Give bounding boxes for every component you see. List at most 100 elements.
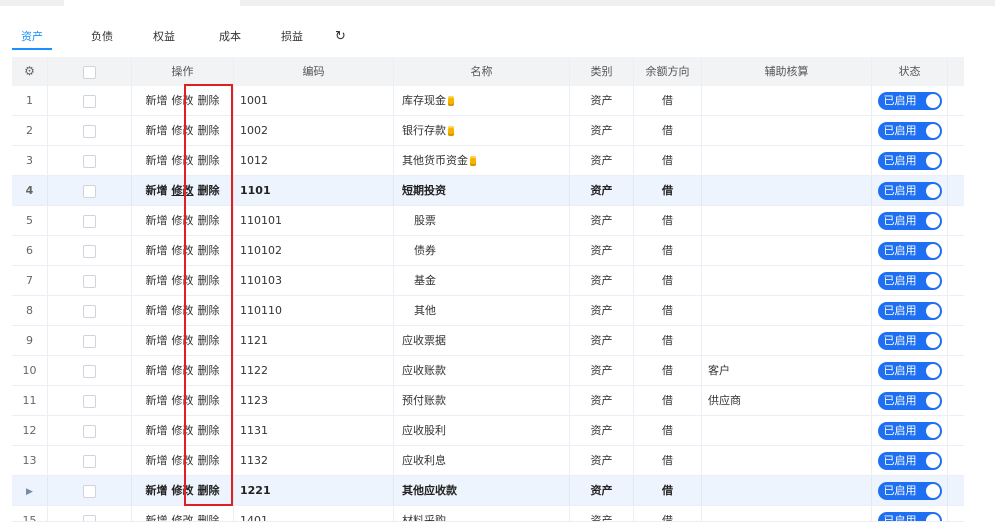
edit-button[interactable]: 修改 — [172, 124, 194, 137]
table-row[interactable]: 12 新增 修改 删除 1131 应收股利 资产借已启用 — [12, 416, 964, 446]
add-button[interactable]: 新增 — [146, 184, 168, 197]
row-checkbox[interactable] — [83, 274, 96, 288]
delete-button[interactable]: 删除 — [198, 334, 220, 347]
row-checkbox[interactable] — [83, 394, 96, 408]
row-checkbox[interactable] — [83, 424, 96, 438]
row-checkbox[interactable] — [83, 124, 96, 138]
row-select[interactable] — [48, 176, 132, 205]
status-toggle[interactable]: 已启用 — [877, 242, 942, 260]
header-direction[interactable]: 余额方向 — [634, 57, 702, 86]
row-select[interactable] — [48, 416, 132, 445]
edit-button[interactable]: 修改 — [172, 424, 194, 437]
delete-button[interactable]: 删除 — [198, 214, 220, 227]
row-checkbox[interactable] — [83, 214, 96, 228]
row-select[interactable] — [48, 146, 132, 175]
row-checkbox[interactable] — [83, 484, 96, 498]
status-toggle[interactable]: 已启用 — [877, 392, 942, 410]
delete-button[interactable]: 删除 — [198, 424, 220, 437]
add-button[interactable]: 新增 — [146, 304, 168, 317]
select-all-checkbox[interactable] — [83, 65, 96, 79]
header-status[interactable]: 状态 — [872, 57, 948, 86]
delete-button[interactable]: 删除 — [198, 364, 220, 377]
row-checkbox[interactable] — [83, 304, 96, 318]
add-button[interactable]: 新增 — [146, 154, 168, 167]
edit-button[interactable]: 修改 — [172, 184, 194, 197]
gear-icon[interactable]: ⚙ — [24, 64, 35, 78]
status-toggle[interactable]: 已启用 — [877, 272, 942, 290]
row-select[interactable] — [48, 506, 132, 521]
tab-assets[interactable]: 资产 — [12, 26, 52, 50]
header-select-all[interactable] — [48, 57, 132, 86]
table-row[interactable]: 9 新增 修改 删除 1121 应收票据 资产借已启用 — [12, 326, 964, 356]
row-checkbox[interactable] — [83, 514, 96, 521]
row-select[interactable] — [48, 356, 132, 385]
row-select[interactable] — [48, 386, 132, 415]
delete-button[interactable]: 删除 — [198, 154, 220, 167]
row-checkbox[interactable] — [83, 334, 96, 348]
row-select[interactable] — [48, 296, 132, 325]
delete-button[interactable]: 删除 — [198, 124, 220, 137]
column-settings[interactable]: ⚙ — [12, 57, 48, 86]
header-type[interactable]: 类别 — [570, 57, 634, 86]
edit-button[interactable]: 修改 — [172, 304, 194, 317]
add-button[interactable]: 新增 — [146, 364, 168, 377]
delete-button[interactable]: 删除 — [198, 484, 220, 497]
add-button[interactable]: 新增 — [146, 424, 168, 437]
row-checkbox[interactable] — [83, 154, 96, 168]
row-select[interactable] — [48, 266, 132, 295]
delete-button[interactable]: 删除 — [198, 94, 220, 107]
row-select[interactable] — [48, 476, 132, 505]
status-toggle[interactable]: 已启用 — [877, 332, 942, 350]
delete-button[interactable]: 删除 — [198, 304, 220, 317]
row-select[interactable] — [48, 446, 132, 475]
edit-button[interactable]: 修改 — [172, 94, 194, 107]
add-button[interactable]: 新增 — [146, 394, 168, 407]
row-checkbox[interactable] — [83, 364, 96, 378]
table-row[interactable]: 7 新增 修改 删除 110103 基金 资产借已启用 — [12, 266, 964, 296]
table-row[interactable]: 4 新增 修改 删除 1101 短期投资 资产借已启用 — [12, 176, 964, 206]
edit-button[interactable]: 修改 — [172, 154, 194, 167]
status-toggle[interactable]: 已启用 — [877, 152, 942, 170]
add-button[interactable]: 新增 — [146, 94, 168, 107]
refresh-icon[interactable]: ↻ — [335, 26, 346, 48]
status-toggle[interactable]: 已启用 — [877, 92, 942, 110]
table-row[interactable]: 3 新增 修改 删除 1012 其他货币资金 资产借已启用 — [12, 146, 964, 176]
edit-button[interactable]: 修改 — [172, 394, 194, 407]
tab-profit-loss[interactable]: 损益 — [272, 26, 312, 48]
add-button[interactable]: 新增 — [146, 124, 168, 137]
table-row[interactable]: 6 新增 修改 删除 110102 债券 资产借已启用 — [12, 236, 964, 266]
table-row[interactable]: 8 新增 修改 删除 110110 其他 资产借已启用 — [12, 296, 964, 326]
add-button[interactable]: 新增 — [146, 454, 168, 467]
add-button[interactable]: 新增 — [146, 244, 168, 257]
status-toggle[interactable]: 已启用 — [877, 422, 942, 440]
edit-button[interactable]: 修改 — [172, 334, 194, 347]
add-button[interactable]: 新增 — [146, 484, 168, 497]
status-toggle[interactable]: 已启用 — [877, 182, 942, 200]
row-select[interactable] — [48, 86, 132, 115]
delete-button[interactable]: 删除 — [198, 244, 220, 257]
add-button[interactable]: 新增 — [146, 334, 168, 347]
edit-button[interactable]: 修改 — [172, 274, 194, 287]
status-toggle[interactable]: 已启用 — [877, 302, 942, 320]
status-toggle[interactable]: 已启用 — [877, 452, 942, 470]
row-checkbox[interactable] — [83, 244, 96, 258]
status-toggle[interactable]: 已启用 — [877, 362, 942, 380]
add-button[interactable]: 新增 — [146, 214, 168, 227]
delete-button[interactable]: 删除 — [198, 394, 220, 407]
status-toggle[interactable]: 已启用 — [877, 122, 942, 140]
row-select[interactable] — [48, 326, 132, 355]
edit-button[interactable]: 修改 — [172, 364, 194, 377]
tab-cost[interactable]: 成本 — [210, 26, 250, 48]
status-toggle[interactable]: 已启用 — [877, 212, 942, 230]
row-select[interactable] — [48, 116, 132, 145]
row-select[interactable] — [48, 206, 132, 235]
table-row[interactable]: 13 新增 修改 删除 1132 应收利息 资产借已启用 — [12, 446, 964, 476]
edit-button[interactable]: 修改 — [172, 484, 194, 497]
table-row[interactable]: 10 新增 修改 删除 1122 应收账款 资产借客户 已启用 — [12, 356, 964, 386]
edit-button[interactable]: 修改 — [172, 244, 194, 257]
delete-button[interactable]: 删除 — [198, 274, 220, 287]
active-window-tab[interactable] — [64, 0, 240, 6]
table-row[interactable]: ▶ 新增 修改 删除 1221 其他应收款 资产借已启用 — [12, 476, 964, 506]
delete-button[interactable]: 删除 — [198, 454, 220, 467]
table-row[interactable]: 2 新增 修改 删除 1002 银行存款 资产借已启用 — [12, 116, 964, 146]
